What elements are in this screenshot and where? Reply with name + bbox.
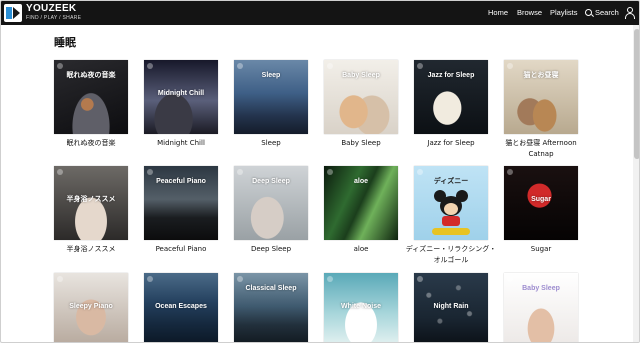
service-badge-icon	[417, 169, 423, 175]
playlist-title[interactable]: Sugar	[494, 244, 588, 255]
playlist-cover[interactable]: aloe	[324, 166, 398, 240]
brand-tagline: FIND / PLAY / SHARE	[26, 15, 82, 21]
service-badge-icon	[507, 63, 513, 69]
cover-title: Baby Sleep	[342, 72, 380, 79]
playlist-title[interactable]: 眠れぬ夜の音楽	[44, 138, 138, 149]
cover-title: ディズニー	[433, 178, 469, 185]
brand-name[interactable]: YOUZEEK	[26, 4, 76, 14]
cover-title: Ocean Escapes	[155, 303, 207, 310]
playlist-title[interactable]: Midnight Chill	[134, 138, 228, 149]
service-badge-icon	[417, 276, 423, 282]
user-account-icon[interactable]	[624, 7, 636, 19]
playlist-title[interactable]: Jazz for Sleep	[404, 138, 498, 149]
playlist-title[interactable]: Sleep	[224, 138, 318, 149]
cover-title: Classical Sleep	[245, 285, 297, 292]
cover-title: 猫とお昼寝	[523, 72, 559, 79]
playlist-title[interactable]: ディズニー・リラクシング・オルゴール	[404, 244, 498, 266]
cover-title: 眠れぬ夜の音楽	[66, 72, 116, 79]
service-badge-icon	[237, 276, 243, 282]
playlist-cover[interactable]: Ocean Escapes	[144, 273, 218, 342]
playlist-cover[interactable]: 眠れぬ夜の音楽	[54, 60, 128, 134]
playlist-title[interactable]: Deep Sleep	[224, 244, 318, 255]
playlist-cover[interactable]: 猫とお昼寝	[504, 60, 578, 134]
cover-title: Jazz for Sleep	[427, 72, 475, 79]
nav-browse-link[interactable]: Browse	[517, 1, 542, 25]
playlist-cover[interactable]: Sleep	[234, 60, 308, 134]
cover-title: Night Rain	[433, 303, 469, 310]
page-title: 睡眠	[54, 36, 76, 49]
service-badge-icon	[507, 276, 513, 282]
playlist-cover[interactable]: White Noise	[324, 273, 398, 342]
service-badge-icon	[57, 63, 63, 69]
cover-title: Sleep	[261, 72, 281, 79]
search-icon[interactable]	[585, 9, 592, 16]
service-badge-icon	[147, 169, 153, 175]
playlist-cover[interactable]: 半身浴ノススメ	[54, 166, 128, 240]
scrollbar-thumb[interactable]	[634, 29, 639, 159]
service-badge-icon	[147, 63, 153, 69]
nav-home-link[interactable]: Home	[488, 1, 508, 25]
playlist-cover[interactable]: Night Rain	[414, 273, 488, 342]
cover-title: Peaceful Piano	[156, 178, 206, 185]
playlist-cover[interactable]: Baby Sleep	[504, 273, 578, 342]
service-badge-icon	[327, 169, 333, 175]
cover-title: 半身浴ノススメ	[66, 196, 116, 203]
playlist-title[interactable]: 半身浴ノススメ	[44, 244, 138, 255]
playlist-title[interactable]: 猫とお昼寝 Afternoon Catnap	[494, 138, 588, 160]
playlist-cover[interactable]: ディズニー	[414, 166, 488, 240]
service-badge-icon	[327, 63, 333, 69]
playlist-cover[interactable]: Baby Sleep	[324, 60, 398, 134]
service-badge-icon	[237, 169, 243, 175]
service-badge-icon	[237, 63, 243, 69]
playlist-cover[interactable]: Jazz for Sleep	[414, 60, 488, 134]
playlist-cover[interactable]: Sugar	[504, 166, 578, 240]
playlist-title[interactable]: aloe	[314, 244, 408, 255]
service-badge-icon	[417, 63, 423, 69]
cover-title: aloe	[353, 178, 368, 185]
cover-title: Deep Sleep	[252, 178, 290, 185]
playlist-cover[interactable]: Classical Sleep	[234, 273, 308, 342]
cover-title: Midnight Chill	[157, 90, 205, 97]
cover-title: White Noise	[340, 303, 382, 310]
vertical-scrollbar[interactable]	[633, 25, 639, 342]
service-badge-icon	[327, 276, 333, 282]
service-badge-icon	[147, 276, 153, 282]
cover-title: Baby Sleep	[522, 285, 560, 292]
playlist-title[interactable]: Baby Sleep	[314, 138, 408, 149]
service-badge-icon	[507, 169, 513, 175]
cover-title: Sugar	[531, 196, 551, 203]
youzeek-logo-icon[interactable]	[4, 4, 22, 22]
playlist-cover[interactable]: Deep Sleep	[234, 166, 308, 240]
nav-playlists-link[interactable]: Playlists	[550, 1, 578, 25]
playlist-cover[interactable]: Midnight Chill	[144, 60, 218, 134]
service-badge-icon	[57, 169, 63, 175]
playlist-cover[interactable]: Sleepy Piano	[54, 273, 128, 342]
cover-title: Sleepy Piano	[69, 303, 113, 310]
service-badge-icon	[57, 276, 63, 282]
playlist-cover[interactable]: Peaceful Piano	[144, 166, 218, 240]
nav-search-link[interactable]: Search	[595, 1, 619, 25]
playlist-title[interactable]: Peaceful Piano	[134, 244, 228, 255]
top-navigation-bar: YOUZEEK FIND / PLAY / SHARE Home Browse …	[1, 1, 639, 25]
app-window: YOUZEEK FIND / PLAY / SHARE Home Browse …	[0, 0, 640, 343]
